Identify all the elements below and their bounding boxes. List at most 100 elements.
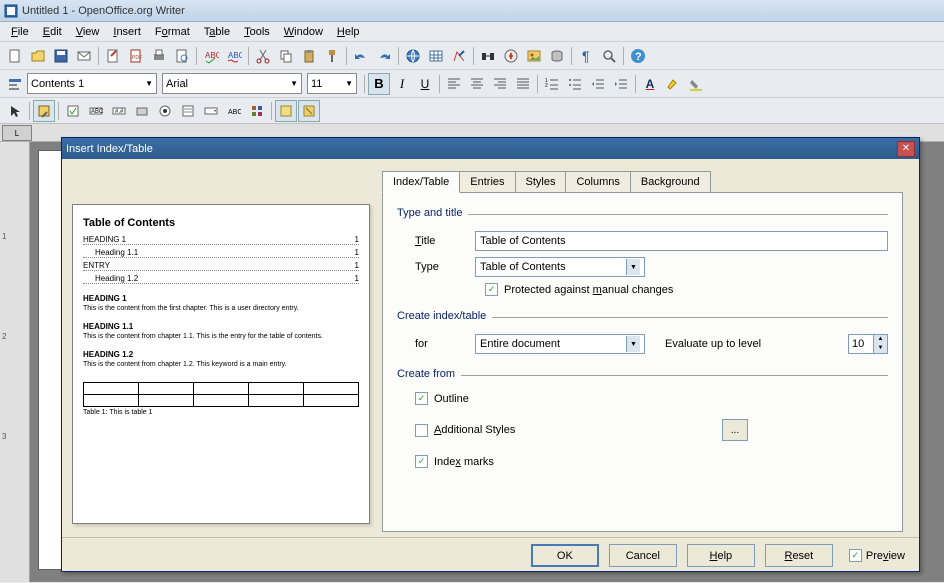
tab-index-table[interactable]: Index/Table: [382, 171, 460, 193]
combobox-button[interactable]: [200, 100, 222, 122]
table-button[interactable]: [425, 45, 447, 67]
paste-button[interactable]: [298, 45, 320, 67]
selection-arrow-button[interactable]: [4, 100, 26, 122]
align-right-button[interactable]: [489, 73, 511, 95]
help-button[interactable]: Help: [687, 544, 755, 567]
listbox-button[interactable]: [177, 100, 199, 122]
cancel-button[interactable]: Cancel: [609, 544, 677, 567]
bold-button[interactable]: B: [368, 73, 390, 95]
email-button[interactable]: [73, 45, 95, 67]
close-button[interactable]: ✕: [897, 141, 915, 157]
tab-entries[interactable]: Entries: [459, 171, 515, 193]
addl-styles-button[interactable]: ...: [722, 419, 748, 441]
open-button[interactable]: [27, 45, 49, 67]
addl-styles-label: Additional Styles: [434, 424, 515, 436]
standard-toolbar: PDF ABC ABC ¶ ?: [0, 42, 944, 70]
bg-color-button[interactable]: [685, 73, 707, 95]
styles-button[interactable]: [4, 73, 26, 95]
hyperlink-button[interactable]: [402, 45, 424, 67]
align-justify-button[interactable]: [512, 73, 534, 95]
evaluate-level-spinner[interactable]: 10▲▼: [848, 334, 888, 354]
numbered-list-button[interactable]: 12: [541, 73, 563, 95]
textbox-button[interactable]: ABC: [85, 100, 107, 122]
form-design-button[interactable]: [33, 100, 55, 122]
font-size-combo[interactable]: 11▼: [307, 73, 357, 94]
save-button[interactable]: [50, 45, 72, 67]
index-marks-checkbox[interactable]: ✓: [415, 455, 428, 468]
ruler-corner: L: [2, 125, 32, 141]
label-button[interactable]: ABC: [223, 100, 245, 122]
addl-styles-checkbox[interactable]: [415, 424, 428, 437]
bullet-list-button[interactable]: [564, 73, 586, 95]
zoom-button[interactable]: [598, 45, 620, 67]
app-icon: [4, 4, 18, 18]
reset-button[interactable]: Reset: [765, 544, 833, 567]
checkbox-button[interactable]: [62, 100, 84, 122]
navigator-button[interactable]: [500, 45, 522, 67]
menu-help[interactable]: Help: [330, 24, 367, 40]
draw-button[interactable]: [448, 45, 470, 67]
highlight-button[interactable]: [662, 73, 684, 95]
dialog-titlebar: Insert Index/Table ✕: [62, 138, 919, 159]
menu-window[interactable]: Window: [277, 24, 330, 40]
tab-styles[interactable]: Styles: [515, 171, 567, 193]
undo-button[interactable]: [350, 45, 372, 67]
auto-spellcheck-button[interactable]: ABC: [223, 45, 245, 67]
new-doc-button[interactable]: [4, 45, 26, 67]
form-button-a[interactable]: [275, 100, 297, 122]
svg-text:?: ?: [635, 51, 642, 63]
svg-text:ABC: ABC: [91, 109, 103, 115]
gallery-button[interactable]: [523, 45, 545, 67]
edit-doc-button[interactable]: [102, 45, 124, 67]
italic-button[interactable]: I: [391, 73, 413, 95]
copy-button[interactable]: [275, 45, 297, 67]
ok-button[interactable]: OK: [531, 544, 599, 567]
form-button-b[interactable]: [298, 100, 320, 122]
paragraph-style-value: Contents 1: [31, 78, 84, 90]
paragraph-style-combo[interactable]: Contents 1▼: [27, 73, 157, 94]
tab-background[interactable]: Background: [630, 171, 711, 193]
menu-file[interactable]: File: [4, 24, 36, 40]
dialog-tabs: Index/Table Entries Styles Columns Backg…: [382, 167, 903, 193]
align-center-button[interactable]: [466, 73, 488, 95]
align-left-button[interactable]: [443, 73, 465, 95]
font-name-combo[interactable]: Arial▼: [162, 73, 302, 94]
formatted-field-button[interactable]: #.#: [108, 100, 130, 122]
preview-button[interactable]: [171, 45, 193, 67]
outline-label: Outline: [434, 393, 469, 405]
redo-button[interactable]: [373, 45, 395, 67]
preview-pane: Table of Contents HEADING 11 Heading 1.1…: [62, 159, 380, 537]
outline-checkbox[interactable]: ✓: [415, 392, 428, 405]
menu-format[interactable]: Format: [148, 24, 197, 40]
svg-text:¶: ¶: [582, 48, 590, 64]
more-controls-button[interactable]: [246, 100, 268, 122]
protected-checkbox[interactable]: ✓: [485, 283, 498, 296]
menu-insert[interactable]: Insert: [106, 24, 148, 40]
pushbutton-button[interactable]: [131, 100, 153, 122]
find-button[interactable]: [477, 45, 499, 67]
nonprinting-button[interactable]: ¶: [575, 45, 597, 67]
for-label: for: [415, 338, 465, 350]
decrease-indent-button[interactable]: [587, 73, 609, 95]
underline-button[interactable]: U: [414, 73, 436, 95]
menu-view[interactable]: View: [69, 24, 107, 40]
cut-button[interactable]: [252, 45, 274, 67]
radio-button[interactable]: [154, 100, 176, 122]
tab-columns[interactable]: Columns: [565, 171, 630, 193]
format-paintbrush-button[interactable]: [321, 45, 343, 67]
pdf-button[interactable]: PDF: [125, 45, 147, 67]
menu-table[interactable]: Table: [197, 24, 237, 40]
title-input[interactable]: [475, 231, 888, 251]
type-select[interactable]: Table of Contents▼: [475, 257, 645, 277]
create-from-label: Create from: [397, 368, 455, 380]
print-button[interactable]: [148, 45, 170, 67]
increase-indent-button[interactable]: [610, 73, 632, 95]
preview-checkbox[interactable]: ✓: [849, 549, 862, 562]
spellcheck-button[interactable]: ABC: [200, 45, 222, 67]
menu-tools[interactable]: Tools: [237, 24, 277, 40]
for-select[interactable]: Entire document▼: [475, 334, 645, 354]
datasources-button[interactable]: [546, 45, 568, 67]
menu-edit[interactable]: Edit: [36, 24, 69, 40]
font-color-button[interactable]: A: [639, 73, 661, 95]
help-button[interactable]: ?: [627, 45, 649, 67]
